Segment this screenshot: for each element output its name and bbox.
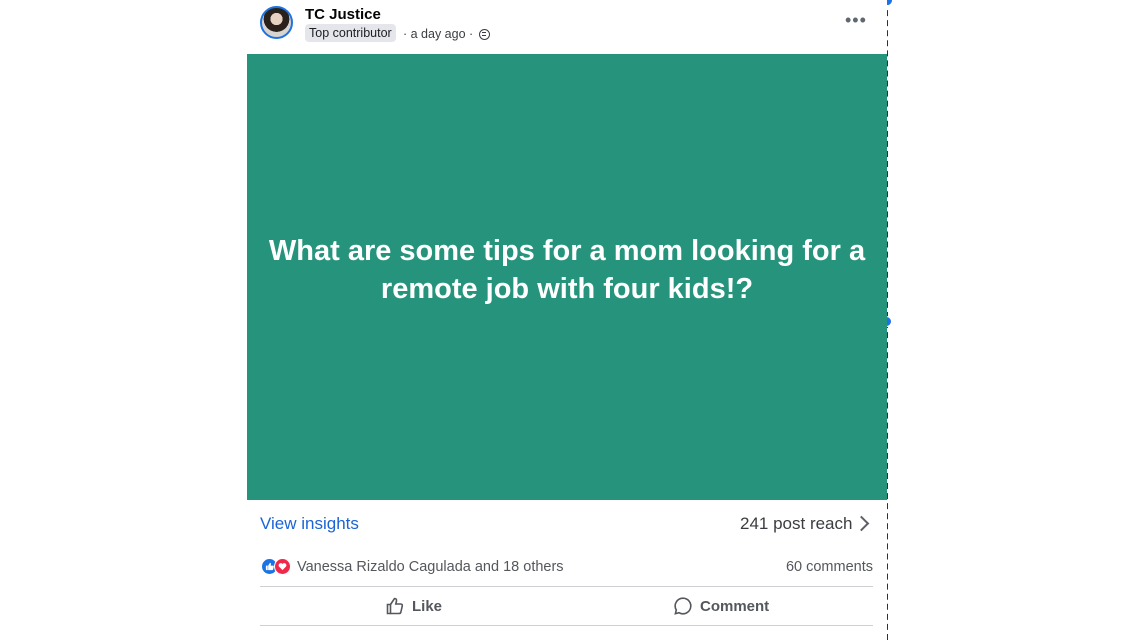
post-timestamp[interactable]: · a day ago · xyxy=(403,27,473,41)
post-background-card[interactable]: What are some tips for a mom looking for… xyxy=(247,54,887,500)
avatar[interactable] xyxy=(260,6,293,39)
divider-bottom xyxy=(260,625,873,626)
comment-label: Comment xyxy=(700,597,770,615)
top-contributor-badge[interactable]: Top contributor xyxy=(305,24,396,42)
post-content: What are some tips for a mom looking for… xyxy=(268,235,866,305)
post-header: TC Justice Top contributor · a day ago ·… xyxy=(247,0,887,54)
globe-icon[interactable] xyxy=(479,28,491,40)
post-reach[interactable]: 241 post reach xyxy=(740,514,852,534)
post-card: TC Justice Top contributor · a day ago ·… xyxy=(247,0,887,640)
post-meta: · a day ago · xyxy=(403,27,491,41)
like-button[interactable]: Like xyxy=(385,596,442,616)
comments-count[interactable]: 60 comments xyxy=(786,559,873,575)
comment-bubble-icon xyxy=(673,596,693,616)
chevron-right-icon[interactable] xyxy=(853,515,870,532)
reactions-names[interactable]: Vanessa Rizaldo Cagulada and 18 others xyxy=(297,559,564,575)
more-options-icon[interactable]: ••• xyxy=(845,11,867,29)
heart-reaction-icon xyxy=(274,558,291,575)
like-label: Like xyxy=(412,597,443,615)
divider xyxy=(260,586,873,587)
reactions-summary[interactable]: Vanessa Rizaldo Cagulada and 18 others xyxy=(261,558,564,575)
thumbs-up-icon xyxy=(385,596,405,616)
author-name[interactable]: TC Justice xyxy=(305,6,381,23)
comment-button[interactable]: Comment xyxy=(673,596,769,616)
view-insights-link[interactable]: View insights xyxy=(260,514,359,534)
